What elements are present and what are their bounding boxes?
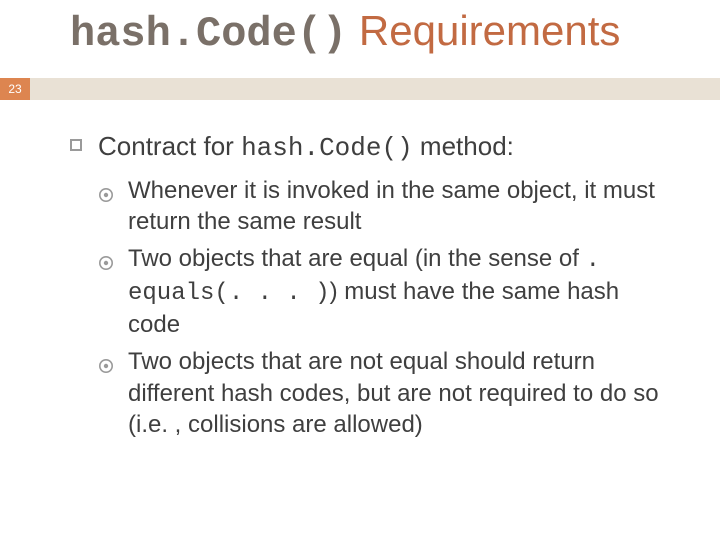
target-bullet-icon <box>98 180 114 196</box>
target-bullet-icon <box>98 351 114 367</box>
lvl1-mono: hash.Code() <box>241 133 413 163</box>
bullet2-pre: Two objects that are equal (in the sense… <box>128 245 586 272</box>
bullet3-text: Two objects that are not equal should re… <box>128 348 659 437</box>
lvl1-pre: Contract for <box>98 131 241 161</box>
bullet-level2: Two objects that are equal (in the sense… <box>98 243 670 341</box>
bullet-level1: Contract for hash.Code() method: <box>70 130 670 165</box>
page-number: 23 <box>0 78 30 100</box>
bullet-level2: Whenever it is invoked in the same objec… <box>98 175 670 237</box>
target-bullet-icon <box>98 248 114 264</box>
bullet-level2: Two objects that are not equal should re… <box>98 346 670 440</box>
title-text: Requirements <box>347 7 620 54</box>
title-mono: hash.Code() <box>70 10 347 58</box>
divider-fill <box>30 78 720 100</box>
bullet1-text: Whenever it is invoked in the same objec… <box>128 177 655 235</box>
slide: hash.Code() Requirements 23 Contract for… <box>0 0 720 540</box>
slide-title: hash.Code() Requirements <box>70 8 700 57</box>
divider-bar: 23 <box>0 78 720 100</box>
slide-body: Contract for hash.Code() method: Wheneve… <box>70 130 670 446</box>
square-bullet-icon <box>70 139 82 151</box>
lvl1-post: method: <box>413 131 514 161</box>
